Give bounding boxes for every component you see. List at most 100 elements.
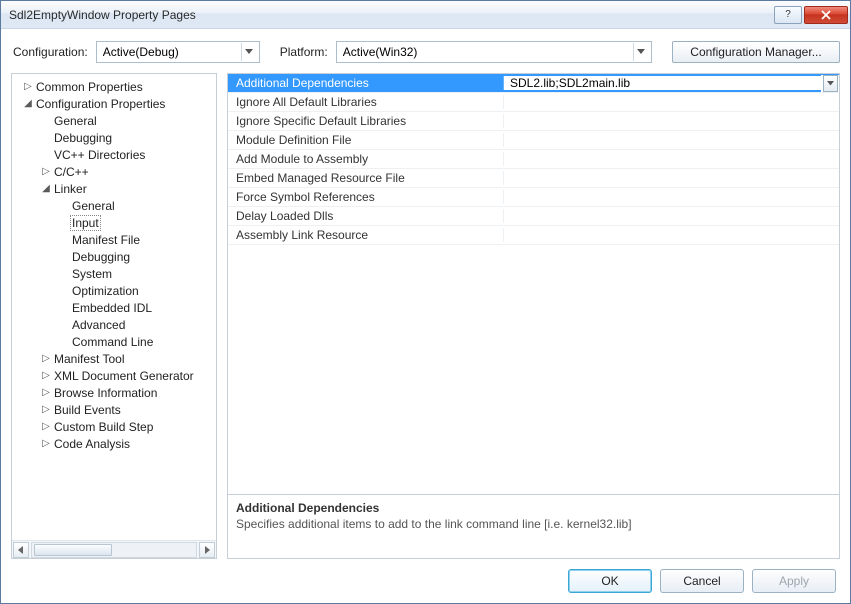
- tree-horizontal-scrollbar[interactable]: [12, 540, 216, 558]
- property-name: Module Definition File: [228, 133, 504, 147]
- scroll-left-button[interactable]: [13, 542, 29, 558]
- tree-item-label: Debugging: [70, 250, 132, 264]
- property-name: Assembly Link Resource: [228, 228, 504, 242]
- property-row[interactable]: Additional DependenciesSDL2.lib;SDL2main…: [228, 74, 839, 93]
- scroll-track[interactable]: [31, 542, 197, 558]
- help-button[interactable]: ?: [774, 6, 802, 24]
- close-button[interactable]: [804, 6, 848, 24]
- tree-item-label: Code Analysis: [52, 437, 132, 451]
- chevron-down-icon: [827, 81, 834, 86]
- tree-item[interactable]: Command Line: [14, 333, 214, 350]
- titlebar[interactable]: Sdl2EmptyWindow Property Pages ?: [1, 1, 850, 29]
- help-description: Specifies additional items to add to the…: [236, 517, 831, 531]
- tree-item-label: General: [70, 199, 117, 213]
- property-dropdown-button[interactable]: [823, 75, 838, 92]
- configuration-row: Configuration: Active(Debug) Platform: A…: [1, 29, 850, 73]
- tree-item[interactable]: Debugging: [14, 248, 214, 265]
- configuration-value: Active(Debug): [103, 45, 241, 59]
- tree-expand-icon[interactable]: ▷: [40, 370, 52, 381]
- chevron-down-icon: [241, 43, 257, 61]
- tree-item-label: Browse Information: [52, 386, 159, 400]
- property-name: Embed Managed Resource File: [228, 171, 504, 185]
- property-row[interactable]: Assembly Link Resource: [228, 226, 839, 245]
- tree-expand-icon[interactable]: ▷: [22, 81, 34, 92]
- tree-expand-icon[interactable]: ▷: [40, 166, 52, 177]
- tree-item-label: General: [52, 114, 99, 128]
- tree-item[interactable]: ◢Linker: [14, 180, 214, 197]
- property-row[interactable]: Module Definition File: [228, 131, 839, 150]
- cancel-button[interactable]: Cancel: [660, 569, 744, 593]
- tree-item-label: Optimization: [70, 284, 141, 298]
- tree-expand-icon[interactable]: ▷: [40, 438, 52, 449]
- help-property-name: Additional Dependencies: [236, 501, 831, 515]
- tree-expand-icon[interactable]: ▷: [40, 387, 52, 398]
- tree-item[interactable]: VC++ Directories: [14, 146, 214, 163]
- tree-item-label: System: [70, 267, 114, 281]
- tree-item-label: Manifest Tool: [52, 352, 126, 366]
- property-grid[interactable]: Additional DependenciesSDL2.lib;SDL2main…: [227, 73, 840, 495]
- tree-item-label: Input: [70, 215, 101, 231]
- category-tree[interactable]: ▷Common Properties◢Configuration Propert…: [11, 73, 217, 559]
- tree-item[interactable]: Advanced: [14, 316, 214, 333]
- tree-item-label: Advanced: [70, 318, 127, 332]
- property-name: Add Module to Assembly: [228, 152, 504, 166]
- tree-item[interactable]: ▷C/C++: [14, 163, 214, 180]
- property-row[interactable]: Ignore Specific Default Libraries: [228, 112, 839, 131]
- tree-item-label: Debugging: [52, 131, 114, 145]
- tree-item-label: Manifest File: [70, 233, 142, 247]
- tree-item[interactable]: Embedded IDL: [14, 299, 214, 316]
- tree-expand-icon[interactable]: ▷: [40, 353, 52, 364]
- tree-item[interactable]: General: [14, 112, 214, 129]
- property-row[interactable]: Ignore All Default Libraries: [228, 93, 839, 112]
- configuration-manager-button[interactable]: Configuration Manager...: [672, 41, 840, 63]
- tree-item-label: VC++ Directories: [52, 148, 147, 162]
- property-row[interactable]: Force Symbol References: [228, 188, 839, 207]
- scroll-thumb[interactable]: [34, 544, 112, 556]
- configuration-label: Configuration:: [13, 45, 88, 59]
- property-row[interactable]: Delay Loaded Dlls: [228, 207, 839, 226]
- tree-item-label: Common Properties: [34, 80, 145, 94]
- property-value[interactable]: SDL2.lib;SDL2main.lib: [504, 76, 821, 90]
- tree-item[interactable]: ▷Custom Build Step: [14, 418, 214, 435]
- window-title: Sdl2EmptyWindow Property Pages: [9, 8, 772, 22]
- tree-expand-icon[interactable]: ▷: [40, 404, 52, 415]
- tree-item[interactable]: ▷Browse Information: [14, 384, 214, 401]
- tree-item[interactable]: ▷Build Events: [14, 401, 214, 418]
- tree-item-label: Build Events: [52, 403, 123, 417]
- platform-label: Platform:: [280, 45, 328, 59]
- tree-item[interactable]: ▷Code Analysis: [14, 435, 214, 452]
- ok-button[interactable]: OK: [568, 569, 652, 593]
- tree-item[interactable]: Debugging: [14, 129, 214, 146]
- property-row[interactable]: Add Module to Assembly: [228, 150, 839, 169]
- tree-item[interactable]: ▷Common Properties: [14, 78, 214, 95]
- property-row[interactable]: Embed Managed Resource File: [228, 169, 839, 188]
- scroll-right-button[interactable]: [199, 542, 215, 558]
- property-name: Delay Loaded Dlls: [228, 209, 504, 223]
- tree-item-label: Command Line: [70, 335, 155, 349]
- configuration-combo[interactable]: Active(Debug): [96, 41, 260, 63]
- tree-expand-icon[interactable]: ▷: [40, 421, 52, 432]
- tree-item-label: Linker: [52, 182, 89, 196]
- property-name: Ignore All Default Libraries: [228, 95, 504, 109]
- tree-item[interactable]: ▷Manifest Tool: [14, 350, 214, 367]
- tree-expand-icon[interactable]: ◢: [22, 98, 34, 109]
- tree-item[interactable]: Input: [14, 214, 214, 231]
- platform-combo[interactable]: Active(Win32): [336, 41, 652, 63]
- tree-item-label: Configuration Properties: [34, 97, 167, 111]
- tree-item-label: Embedded IDL: [70, 301, 154, 315]
- tree-item[interactable]: ◢Configuration Properties: [14, 95, 214, 112]
- chevron-down-icon: [633, 43, 649, 61]
- dialog-footer: OK Cancel Apply: [1, 559, 850, 603]
- property-name: Additional Dependencies: [228, 76, 504, 90]
- close-icon: [821, 10, 831, 20]
- property-name: Ignore Specific Default Libraries: [228, 114, 504, 128]
- tree-expand-icon[interactable]: ◢: [40, 183, 52, 194]
- tree-item[interactable]: System: [14, 265, 214, 282]
- tree-item[interactable]: ▷XML Document Generator: [14, 367, 214, 384]
- tree-item-label: C/C++: [52, 165, 91, 179]
- help-panel: Additional Dependencies Specifies additi…: [227, 495, 840, 559]
- apply-button[interactable]: Apply: [752, 569, 836, 593]
- tree-item[interactable]: General: [14, 197, 214, 214]
- tree-item[interactable]: Manifest File: [14, 231, 214, 248]
- tree-item[interactable]: Optimization: [14, 282, 214, 299]
